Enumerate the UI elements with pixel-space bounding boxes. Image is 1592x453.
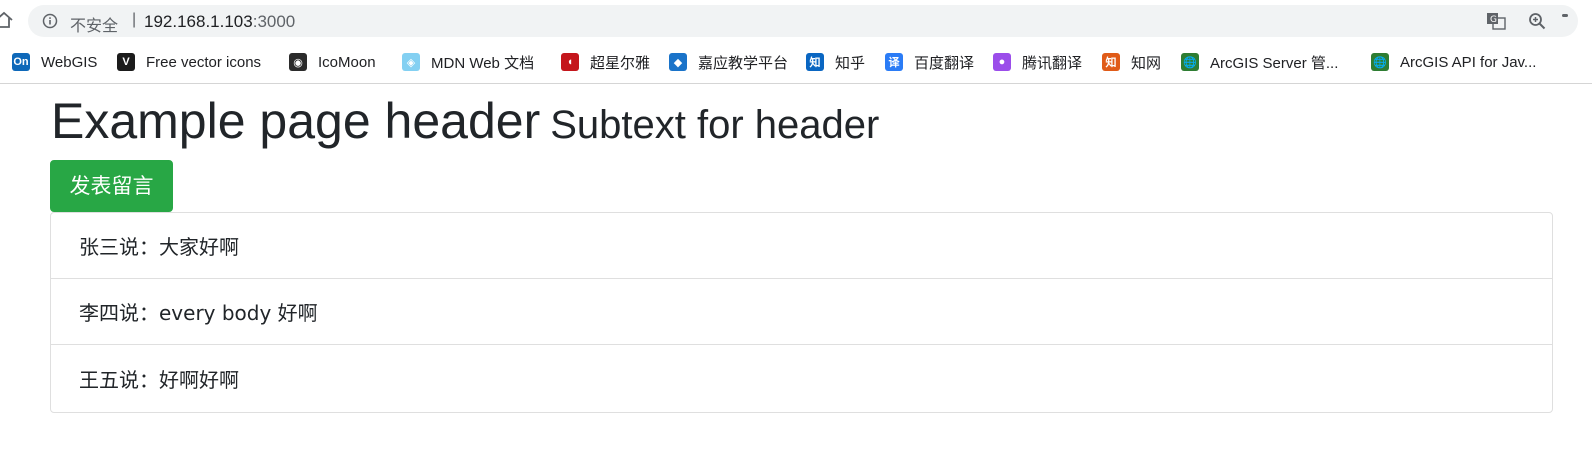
bookmark-item[interactable]: ◖ 超星尔雅 bbox=[561, 52, 650, 72]
message-text: 好啊好啊 bbox=[159, 367, 239, 392]
message-item: 李四 说： every body 好啊 bbox=[51, 279, 1552, 345]
mdn-icon: ◈ bbox=[402, 53, 420, 71]
message-say: 说： bbox=[119, 235, 159, 259]
vector-icon: V bbox=[117, 53, 135, 71]
address-bar: 不安全 | 192.168.1.103:3000 G bbox=[0, 0, 1592, 42]
bookmark-item[interactable]: On WebGIS bbox=[12, 52, 97, 72]
bookmark-label: 腾讯翻译 bbox=[1022, 54, 1083, 72]
globe-icon: 🌐 bbox=[1181, 53, 1199, 71]
url-separator: | bbox=[132, 11, 137, 28]
bookmark-label: 超星尔雅 bbox=[590, 54, 651, 72]
bookmarks-bar: On WebGIS V Free vector icons ◉ IcoMoon ◈ MDN W… bbox=[0, 42, 1592, 84]
bookmark-item[interactable]: 知知乎 bbox=[806, 52, 865, 72]
translate-icon[interactable]: G bbox=[1486, 12, 1506, 30]
jiaying-icon: ◆ bbox=[669, 53, 687, 71]
chaoxing-icon: ◖ bbox=[561, 53, 579, 71]
message-text: 大家好啊 bbox=[159, 235, 239, 259]
info-icon[interactable] bbox=[42, 13, 58, 29]
tencent-translate-icon: ● bbox=[993, 53, 1011, 71]
baidu-translate-icon: 译 bbox=[885, 53, 903, 71]
message-item: 张三 说： 大家好啊 bbox=[51, 213, 1552, 279]
url-host: 192.168.1.103 bbox=[144, 12, 253, 31]
bookmark-item[interactable]: 🌐 ArcGIS API for Jav... bbox=[1371, 52, 1536, 72]
bookmark-label: ArcGIS Server 管... bbox=[1210, 54, 1339, 72]
post-message-button[interactable]: 发表留言 bbox=[50, 160, 173, 212]
bookmark-item[interactable]: ◆ 嘉应教学平台 bbox=[669, 52, 788, 72]
globe-icon: 🌐 bbox=[1371, 53, 1389, 71]
page-title: Example page header bbox=[51, 93, 541, 149]
bookmark-item[interactable]: 🌐 ArcGIS Server 管... bbox=[1181, 52, 1338, 72]
message-item: 王五 说： 好啊好啊 bbox=[51, 345, 1552, 411]
bookmark-label: 知乎 bbox=[835, 54, 866, 72]
message-say: 说： bbox=[119, 367, 159, 392]
bookmark-label: 知网 bbox=[1131, 54, 1162, 72]
message-text: every body 好啊 bbox=[159, 301, 318, 325]
message-author: 张三 bbox=[79, 235, 119, 259]
message-list: 张三 说： 大家好啊 李四 说： every body 好啊 王五 说： 好啊好啊 bbox=[50, 212, 1553, 413]
bookmark-label: WebGIS bbox=[41, 53, 98, 71]
zhihu-icon: 知 bbox=[806, 53, 824, 71]
insecure-label[interactable]: 不安全 bbox=[70, 12, 118, 36]
bookmark-label: 百度翻译 bbox=[914, 54, 975, 72]
page-subtitle: Subtext for header bbox=[550, 103, 880, 147]
bookmark-item[interactable]: V Free vector icons bbox=[117, 52, 261, 72]
page-header: Example page header Subtext for header bbox=[51, 92, 879, 150]
icomoon-icon: ◉ bbox=[289, 53, 307, 71]
onenote-icon: On bbox=[12, 53, 30, 71]
message-author: 王五 bbox=[79, 367, 119, 392]
bookmark-item[interactable]: ● 腾讯翻译 bbox=[993, 52, 1082, 72]
bookmark-item[interactable]: ◉ IcoMoon bbox=[289, 52, 376, 72]
bookmark-item[interactable]: 知知网 bbox=[1102, 52, 1161, 72]
url-text[interactable]: 192.168.1.103:3000 bbox=[144, 12, 295, 32]
url-port: :3000 bbox=[252, 12, 296, 31]
message-author: 李四 bbox=[79, 301, 119, 325]
bookmark-item[interactable]: ◈ MDN Web 文档 bbox=[402, 52, 534, 72]
cnki-icon: 知 bbox=[1102, 53, 1120, 71]
bookmark-label: MDN Web 文档 bbox=[431, 54, 535, 72]
svg-text:G: G bbox=[1490, 15, 1497, 25]
bookmark-item[interactable]: 译百度翻译 bbox=[885, 52, 974, 72]
bookmark-label: 嘉应教学平台 bbox=[698, 54, 789, 72]
browser-menu-icon[interactable] bbox=[1562, 14, 1568, 17]
zoom-icon[interactable] bbox=[1528, 12, 1546, 30]
bookmark-label: Free vector icons bbox=[146, 53, 262, 71]
message-say: 说： bbox=[119, 301, 159, 325]
omnibox[interactable]: 不安全 | 192.168.1.103:3000 G bbox=[28, 5, 1578, 37]
bookmark-label: IcoMoon bbox=[318, 53, 376, 71]
home-icon[interactable] bbox=[0, 10, 14, 30]
bookmark-label: ArcGIS API for Jav... bbox=[1400, 53, 1537, 71]
